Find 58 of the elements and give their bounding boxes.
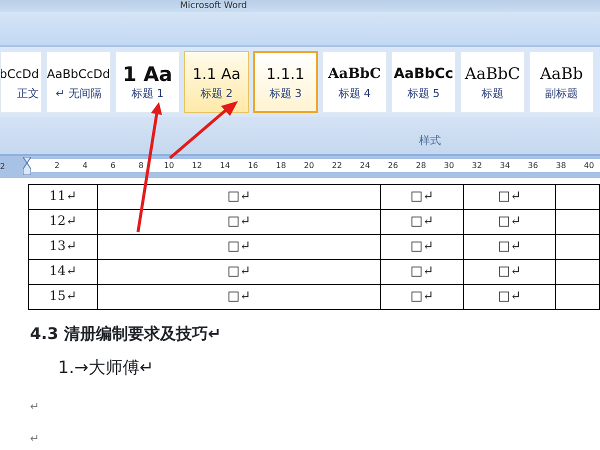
ruler-number: 4 <box>81 160 89 172</box>
table-cell: □↵ <box>464 260 556 284</box>
ruler-number: 6 <box>109 160 117 172</box>
list-item: 1.→大师傅↵ <box>58 357 155 380</box>
table-cell: □↵ <box>464 210 556 234</box>
ruler-number: 26 <box>386 160 400 172</box>
table-cell: □↵ <box>464 284 556 310</box>
ruler-number: 2 <box>0 162 6 171</box>
ruler-number: 30 <box>442 160 456 172</box>
style-option[interactable]: bCcDd 正文 <box>0 51 42 113</box>
table-cell: □↵ <box>98 210 380 234</box>
ruler-number: 18 <box>274 160 288 172</box>
ruler-number: 12 <box>190 160 204 172</box>
ruler-number: 16 <box>246 160 260 172</box>
table-cell: □↵ <box>380 210 464 234</box>
ruler-number: 22 <box>330 160 344 172</box>
table-cell: 13↵ <box>28 234 98 260</box>
paragraph-mark: ↵ <box>30 400 40 414</box>
ruler-number: 36 <box>526 160 540 172</box>
table-cell: □↵ <box>380 234 464 260</box>
ruler-number: 40 <box>582 160 596 172</box>
section-heading: 4.3 清册编制要求及技巧↵ <box>30 323 222 345</box>
style-option[interactable]: AaBbCc 标题 5 <box>391 51 456 113</box>
table-cell: □↵ <box>464 234 556 260</box>
ruler-number: 32 <box>470 160 484 172</box>
annotation-arrow <box>169 101 238 160</box>
style-option[interactable]: 1.1 Aa 标题 2 <box>184 51 249 113</box>
table-cell: □↵ <box>98 234 380 260</box>
table-cell: □↵ <box>380 284 464 310</box>
table-cell: 15↵ <box>28 284 98 310</box>
table-cell: □↵ <box>380 260 464 284</box>
ruler-number: 38 <box>554 160 568 172</box>
table-cell: □↵ <box>380 184 464 210</box>
style-option[interactable]: AaBbCcDd ↵ 无间隔 <box>46 51 111 113</box>
style-option[interactable]: 1 Aa 标题 1 <box>115 51 180 113</box>
ruler-number: 20 <box>302 160 316 172</box>
indent-marker-icon[interactable] <box>23 157 31 175</box>
ruler-number: 28 <box>414 160 428 172</box>
style-option[interactable]: 1.1.1 标题 3 <box>253 51 318 113</box>
style-option[interactable]: AaBbC 标题 <box>460 51 525 113</box>
table-cell: 12↵ <box>28 210 98 234</box>
ruler-number: 34 <box>498 160 512 172</box>
table-cell: □↵ <box>98 184 380 210</box>
table-cell: □↵ <box>98 260 380 284</box>
table-cell: □↵ <box>464 184 556 210</box>
style-option[interactable]: AaBb 副标题 <box>529 51 594 113</box>
ruler-number: 14 <box>218 160 232 172</box>
table-cell: □↵ <box>98 284 380 310</box>
paragraph-mark: ↵ <box>30 432 40 446</box>
table-cell: 11↵ <box>28 184 98 210</box>
table-cell: 14↵ <box>28 260 98 284</box>
window-title: Microsoft Word <box>180 1 247 11</box>
ruler-number: 2 <box>53 160 61 172</box>
ruler-number: 10 <box>162 160 176 172</box>
group-label: 样式 <box>419 134 441 147</box>
ruler-number: 24 <box>358 160 372 172</box>
style-option[interactable]: AaBbC 标题 4 <box>322 51 387 113</box>
ruler-number: 8 <box>137 160 145 172</box>
